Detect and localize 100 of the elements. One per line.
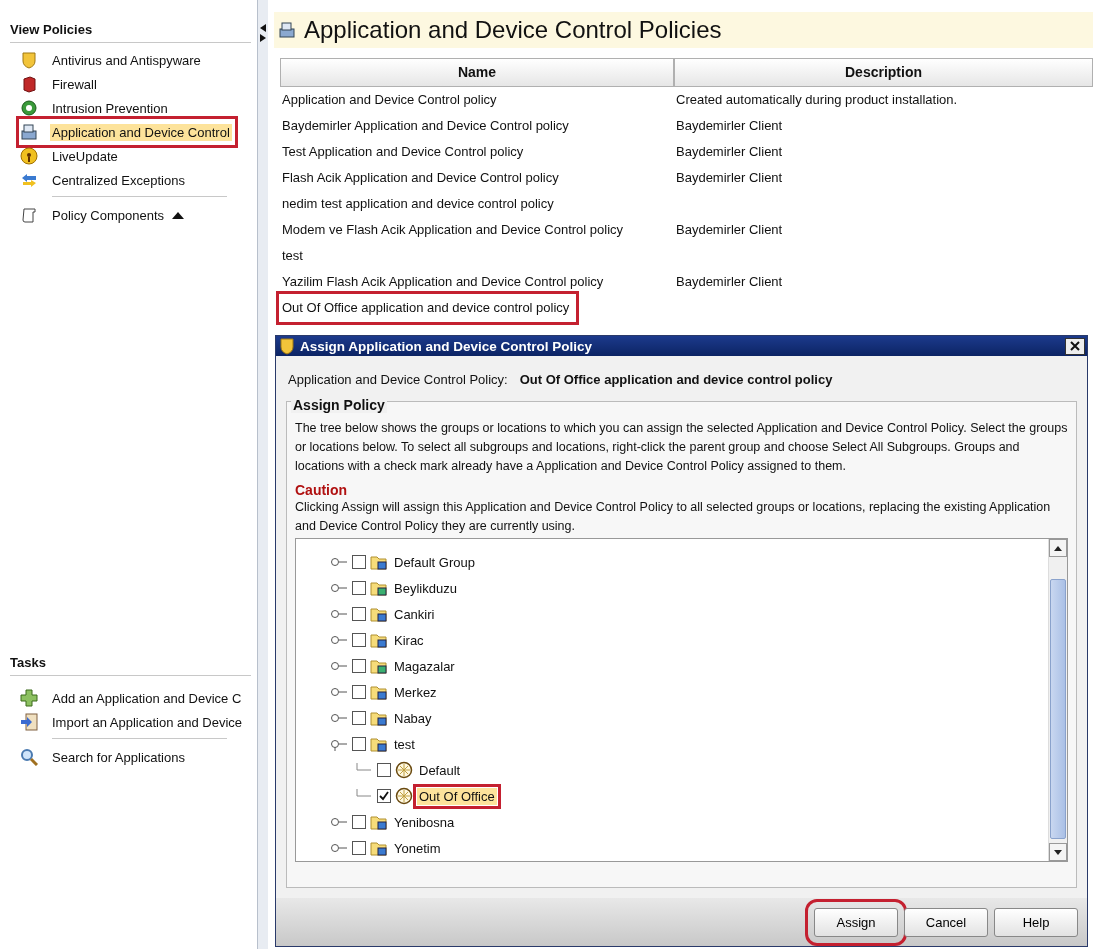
column-header[interactable]: Description — [674, 58, 1093, 87]
table-cell[interactable]: Application and Device Control policy — [280, 87, 503, 113]
shield-icon — [20, 51, 38, 69]
tree-item[interactable]: Beylikduzu — [392, 579, 459, 597]
checkmark-icon — [379, 791, 389, 801]
computer-icon — [20, 123, 38, 141]
checkbox[interactable] — [352, 633, 366, 647]
sidebar-item-label: Firewall — [51, 75, 98, 93]
search-icon — [20, 748, 38, 766]
collapse-left-icon[interactable] — [260, 24, 266, 32]
caution-text: Clicking Assign will assign this Application and Device Control Policy to all selected groups or locations, replacing the existing Application and Device Control Policy they are currently using. — [295, 499, 1052, 535]
sidebar-item[interactable]: Antivirus and Antispyware — [20, 48, 205, 72]
collapsed-node-icon[interactable] — [330, 607, 348, 621]
folder-icon — [370, 813, 388, 831]
scrollbar[interactable] — [1048, 539, 1067, 861]
sidebar-item-label: Antivirus and Antispyware — [51, 51, 202, 69]
collapsed-node-icon[interactable] — [330, 633, 348, 647]
table-cell[interactable]: Baydemirler Application and Device Control policy — [280, 113, 575, 139]
tree-item[interactable]: Kirac — [392, 631, 426, 649]
collapsed-node-icon[interactable] — [330, 815, 348, 829]
checkbox[interactable] — [352, 555, 366, 569]
sidebar-item-label: LiveUpdate — [51, 147, 119, 165]
tree-item[interactable]: Nabay — [392, 709, 434, 727]
collapsed-node-icon[interactable] — [330, 659, 348, 673]
task-link[interactable]: Import an Application and Device — [50, 713, 245, 731]
collapsed-node-icon[interactable] — [330, 685, 348, 699]
checkbox[interactable] — [352, 815, 366, 829]
compass-icon — [395, 787, 413, 805]
column-header[interactable]: Name — [280, 58, 674, 87]
shield-icon — [278, 337, 296, 355]
collapsed-node-icon[interactable] — [330, 841, 348, 855]
group-title: Assign Policy — [291, 397, 387, 413]
folder-icon — [370, 631, 388, 649]
checkbox[interactable] — [352, 711, 366, 725]
close-icon — [1070, 341, 1080, 351]
scroll-up-icon[interactable] — [1054, 545, 1062, 551]
table-cell[interactable]: test — [280, 243, 309, 269]
table-cell[interactable]: Test Application and Device Control policy — [280, 139, 530, 165]
scroll-down-icon[interactable] — [1054, 849, 1062, 855]
task-link[interactable]: Add an Application and Device C — [50, 689, 244, 707]
import-icon — [20, 713, 38, 731]
computer-icon — [278, 21, 296, 39]
table-cell[interactable]: Yazilim Flash Acik Application and Device Control policy — [280, 269, 610, 295]
field-label: Application and Device Control Policy: — [288, 372, 508, 387]
triangle-up-icon[interactable] — [172, 211, 184, 219]
sidebar-item-label: Centralized Exceptions — [51, 171, 186, 189]
expand-right-icon[interactable] — [260, 34, 266, 42]
plus-icon — [20, 689, 38, 707]
tree-item[interactable]: Yenibosna — [392, 813, 457, 831]
table-cell[interactable]: Modem ve Flash Acik Application and Device Control policy — [280, 217, 630, 243]
folder-icon — [370, 735, 388, 753]
sidebar-item[interactable]: Firewall — [20, 72, 101, 96]
page-title: Application and Device Control Policies — [304, 16, 722, 44]
tree-item[interactable]: Yonetim — [392, 839, 443, 857]
table-cell-text: Baydemirler Client — [675, 117, 784, 135]
target-icon — [20, 99, 38, 117]
checkbox[interactable] — [352, 581, 366, 595]
dialog-button[interactable]: Cancel — [904, 907, 988, 937]
checkbox[interactable] — [352, 659, 366, 673]
scroll-icon — [20, 206, 38, 224]
tree-item[interactable]: Cankiri — [392, 605, 437, 623]
collapsed-node-icon[interactable] — [330, 555, 348, 569]
checkbox[interactable] — [352, 685, 366, 699]
checkbox[interactable] — [377, 789, 391, 803]
checkbox[interactable] — [352, 737, 366, 751]
tree-item[interactable]: test — [392, 735, 417, 753]
tree-item[interactable]: Merkez — [392, 683, 439, 701]
table-cell-text: Baydemirler Client — [675, 221, 784, 239]
collapsed-node-icon[interactable] — [330, 711, 348, 725]
dialog-button[interactable]: Help — [994, 907, 1078, 937]
expanded-node-icon[interactable] — [330, 737, 348, 751]
checkbox[interactable] — [377, 763, 391, 777]
collapsed-node-icon[interactable] — [330, 581, 348, 595]
table-cell[interactable]: Flash Acik Application and Device Control policy — [280, 165, 565, 191]
sidebar-item[interactable]: Centralized Exceptions — [20, 168, 189, 192]
table-cell-text: Created automatically during product installation. — [675, 91, 959, 109]
tree-item[interactable]: Magazalar — [392, 657, 457, 675]
folder-icon — [370, 605, 388, 623]
sidebar-item-label: Intrusion Prevention — [51, 99, 169, 117]
sidebar-item[interactable]: Intrusion Prevention — [20, 96, 172, 120]
dialog-title: Assign Application and Device Control Policy — [300, 338, 594, 354]
sidebar-item-label: Application and Device Control — [50, 123, 232, 141]
section-heading: Tasks — [10, 655, 251, 676]
close-button[interactable] — [1065, 337, 1085, 355]
checkbox[interactable] — [352, 607, 366, 621]
tree-item[interactable]: Default Group — [392, 553, 477, 571]
tree-item[interactable]: Default — [417, 761, 463, 779]
compass-icon — [395, 761, 413, 779]
table-cell[interactable]: nedim test application and device control policy — [280, 191, 560, 217]
task-link[interactable]: Search for Applications — [50, 748, 187, 766]
table-cell-text: Baydemirler Client — [675, 169, 784, 187]
folder-icon — [370, 579, 388, 597]
table-cell-text: Baydemirler Client — [675, 143, 784, 161]
sidebar-item[interactable]: LiveUpdate — [20, 144, 122, 168]
section-heading: View Policies — [10, 22, 251, 43]
sidebar-item[interactable]: Policy Components — [50, 206, 166, 224]
folder-icon — [370, 709, 388, 727]
sidebar-item[interactable]: Application and Device Control — [20, 120, 234, 144]
folder-icon — [370, 683, 388, 701]
checkbox[interactable] — [352, 841, 366, 855]
